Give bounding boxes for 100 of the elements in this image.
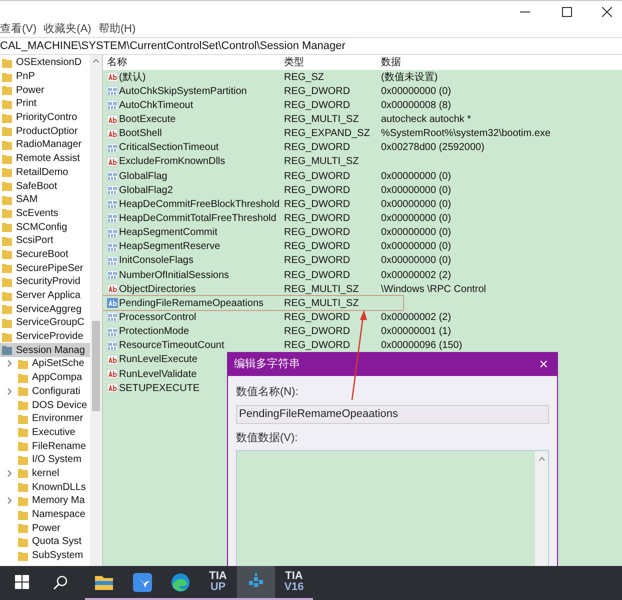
value-type: REG_DWORD [284, 170, 350, 184]
field-label: 数值数据(V): [236, 430, 299, 446]
value-name: HeapSegmentReserve [119, 240, 220, 254]
tree-label: FileRename [32, 440, 86, 454]
value-data: \Windows \RPC Control [381, 282, 486, 297]
tree-label: PnP [16, 70, 35, 84]
value-name: AutoChkTimeout [119, 98, 194, 113]
value-type: REG_DWORD [284, 184, 350, 198]
value-type: REG_DWORD [284, 268, 350, 283]
value-name: HeapDeCommitTotalFreeThreshold [119, 212, 276, 226]
tree-label: AppCompa [32, 371, 82, 386]
value-data: 0x00000000 (0) [381, 254, 452, 268]
tree-label: ServiceAggreg [16, 302, 82, 317]
value-type: REG_DWORD [284, 84, 350, 99]
value-data: (数值未设置) [381, 70, 438, 85]
icon-label: TIA [285, 571, 303, 582]
tree-label: Power [32, 522, 60, 536]
tree-label: SCMConfig [16, 220, 68, 235]
icon-label: UP [210, 582, 226, 593]
value-type: REG_DWORD [284, 339, 350, 354]
value-data: 0x00000002 (2) [381, 268, 452, 283]
tree-label: Namespace [32, 508, 86, 522]
value-data: 0x00000000 (0) [381, 198, 452, 212]
value-type: REG_DWORD [284, 141, 350, 156]
value-type: REG_SZ [284, 70, 324, 85]
value-data: 0x00000000 (0) [381, 184, 452, 198]
value-type: REG_MULTI_SZ [284, 296, 359, 311]
tree-label: KnownDLLs [32, 480, 86, 495]
value-name: ObjectDirectories [119, 282, 196, 297]
value-name: RunLevelExecute [119, 353, 198, 368]
value-type: REG_DWORD [284, 226, 350, 240]
tree-label: Environmer [32, 412, 84, 426]
value-type: REG_DWORD [284, 240, 350, 254]
tree-label: Session Manag [16, 344, 85, 358]
value-name: BootShell [119, 127, 162, 142]
tree-label: SubSystem [32, 549, 84, 564]
value-name: ExcludeFromKnownDlls [119, 155, 226, 170]
tree-label: RadioManager [16, 138, 82, 152]
tree-label: Memory Ma [32, 494, 85, 508]
value-name: PendingFileRemameOpeaations [119, 296, 264, 311]
field-label: 数值名称(N): [236, 385, 300, 400]
value-type: REG_DWORD [284, 98, 350, 113]
value-name: GlobalFlag [119, 170, 168, 184]
value-name: HeapDeCommitFreeBlockThreshold [119, 198, 280, 212]
value-type: REG_DWORD [284, 325, 350, 340]
tree-label: I/O System [32, 453, 82, 468]
tree-label: Remote Assist [16, 152, 80, 166]
value-type: REG_DWORD [284, 198, 350, 212]
tree-label: SecurityProvid [16, 275, 80, 290]
value-type: REG_MULTI_SZ [284, 282, 359, 297]
value-type: REG_MULTI_SZ [284, 113, 359, 127]
value-type: REG_MULTI_SZ [284, 155, 359, 170]
tree-label: Quota Syst [32, 535, 82, 550]
value-data: 0x00000000 (0) [381, 84, 452, 99]
tree-label: Power [16, 84, 44, 98]
tree-label: SAM [16, 193, 38, 208]
value-name: CriticalSectionTimeout [119, 141, 219, 156]
tree-label: PriorityContro [16, 111, 78, 126]
value-name: SETUPEXECUTE [119, 382, 200, 396]
value-name: InitConsoleFlags [119, 254, 194, 268]
tree-label: RetailDemo [16, 166, 68, 180]
value-name: ResourceTimeoutCount [119, 339, 224, 354]
tree-label: Executive [32, 426, 76, 440]
tree-label: ApiSetSche [32, 357, 84, 372]
value-data: 0x00000000 (0) [381, 226, 452, 240]
tree-label: ScEvents [16, 206, 58, 221]
value-data: 0x00000096 (150) [381, 339, 462, 354]
value-name: (默认) [119, 70, 146, 85]
value-data: 0x00278d00 (2592000) [381, 141, 484, 156]
value-name: RunLevelValidate [119, 368, 197, 382]
tree-label: ScsiPort [16, 234, 54, 248]
tree-label: Configurati [32, 384, 80, 399]
tree-label: SecurePipeSer [16, 262, 84, 276]
tree-label: kernel [32, 466, 60, 481]
value-type: REG_DWORD [284, 254, 350, 268]
tree-label: OSExtensionD [16, 56, 82, 70]
value-name: NumberOfInitialSessions [119, 268, 230, 283]
value-data: 0x00000000 (0) [381, 240, 452, 254]
tree-label: SafeBoot [16, 180, 58, 194]
tree-label: Server Applica [16, 289, 80, 304]
value-data: %SystemRoot%\system32\bootim.exe [381, 127, 551, 142]
tree-label: ServiceProvide [16, 330, 84, 344]
tree-label: SecureBoot [16, 248, 68, 262]
value-type: REG_DWORD [284, 310, 350, 325]
value-data: autocheck autochk * [381, 113, 472, 127]
dialog-title: 编辑多字符串 [234, 356, 300, 372]
icon-label: V16 [284, 582, 304, 593]
value-data: 0x00000008 (8) [381, 98, 452, 113]
tree-label: ProductOptior [16, 124, 78, 139]
value-type: REG_DWORD [284, 212, 350, 226]
tree-label: Print [16, 97, 37, 112]
tree-label: ServiceGroupC [16, 316, 84, 330]
value-name: ProcessorControl [119, 310, 196, 325]
value-data: 0x00000001 (1) [381, 325, 452, 340]
value-data: 0x00000000 (0) [381, 212, 452, 226]
value-name: GlobalFlag2 [119, 184, 173, 198]
value-name: HeapSegmentCommit [119, 226, 218, 240]
value-name: ProtectionMode [119, 325, 190, 340]
tree-label: DOS Device [32, 398, 88, 413]
value-type: REG_EXPAND_SZ [284, 127, 370, 142]
